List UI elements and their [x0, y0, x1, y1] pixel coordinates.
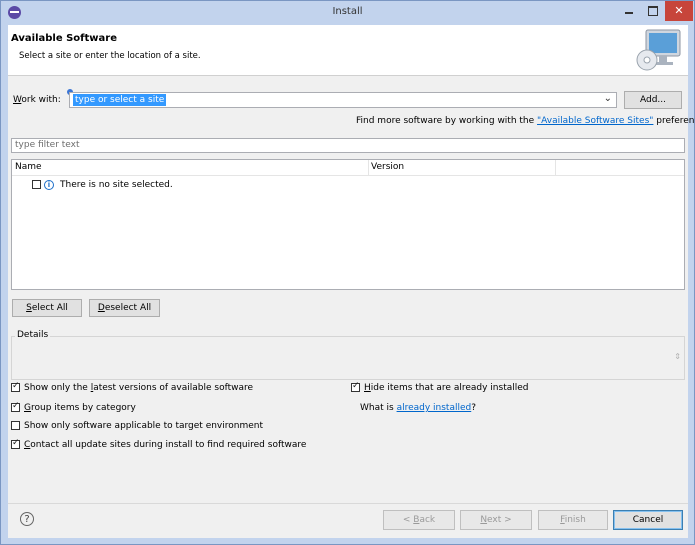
column-divider[interactable]	[555, 160, 556, 175]
show-latest-checkbox[interactable]	[11, 381, 20, 392]
back-button[interactable]: < Back	[383, 510, 455, 530]
deselect-all-button[interactable]: Deselect All	[89, 299, 160, 317]
what-is-prefix: What is	[360, 403, 397, 413]
software-table[interactable]: Name Version i There is no site selected…	[11, 159, 685, 290]
details-label: Details	[15, 330, 51, 340]
find-more-prefix: Find more software by working with the	[356, 116, 538, 126]
dialog-body: Available Software Select a site or ente…	[8, 25, 695, 538]
row-text: There is no site selected.	[60, 180, 173, 190]
contact-sites-checkbox[interactable]	[11, 438, 20, 449]
install-window: Install ✕ Available Software Select a si…	[0, 0, 695, 545]
close-button[interactable]: ✕	[665, 1, 693, 21]
banner-title: Available Software	[11, 33, 118, 44]
footer-separator	[8, 503, 688, 504]
select-all-button[interactable]: Select All	[12, 299, 82, 317]
window-title: Install	[332, 6, 363, 17]
column-version[interactable]: Version	[371, 162, 404, 172]
find-more-text: Find more software by working with the "…	[356, 116, 695, 126]
show-applicable-checkbox[interactable]	[11, 421, 20, 430]
available-software-sites-link[interactable]: "Available Software Sites"	[537, 116, 653, 126]
column-divider[interactable]	[368, 160, 369, 175]
maximize-button[interactable]	[641, 1, 665, 21]
install-wizard-icon	[636, 29, 681, 71]
column-name[interactable]: Name	[15, 162, 42, 172]
help-icon[interactable]: ?	[20, 512, 34, 526]
find-more-suffix: preferences.	[656, 116, 695, 126]
add-site-button[interactable]: Add...	[624, 91, 682, 109]
title-bar[interactable]: Install ✕	[1, 1, 694, 25]
info-icon: i	[44, 180, 54, 190]
group-by-category-label: Group items by category	[24, 403, 136, 413]
what-is-suffix: ?	[471, 403, 477, 413]
work-with-combo[interactable]: type or select a site ⌄	[69, 92, 617, 108]
chevron-down-icon[interactable]: ⌄	[604, 93, 612, 104]
details-group: ⇕	[11, 336, 685, 380]
row-checkbox[interactable]	[32, 180, 41, 189]
group-by-category-checkbox[interactable]	[11, 401, 20, 412]
table-header: Name Version	[12, 160, 684, 176]
hide-installed-checkbox[interactable]	[351, 381, 360, 392]
what-is-installed-text: What is already installed?	[360, 403, 476, 413]
scroll-arrows-icon[interactable]: ⇕	[674, 352, 681, 361]
cancel-button[interactable]: Cancel	[613, 510, 683, 530]
finish-button[interactable]: Finish	[538, 510, 608, 530]
minimize-button[interactable]	[617, 1, 641, 21]
banner-subtitle: Select a site or enter the location of a…	[19, 51, 201, 61]
filter-input[interactable]: type filter text	[11, 138, 685, 153]
contact-sites-label: Contact all update sites during install …	[24, 440, 307, 450]
show-applicable-label: Show only software applicable to target …	[24, 421, 264, 431]
next-button[interactable]: Next >	[460, 510, 532, 530]
work-with-label: Work with:	[13, 95, 61, 105]
dialog-banner: Available Software Select a site or ente…	[8, 25, 688, 76]
work-with-value[interactable]: type or select a site	[73, 94, 167, 106]
already-installed-link[interactable]: already installed	[397, 403, 472, 413]
show-latest-label: Show only the latest versions of availab…	[24, 383, 254, 393]
hide-installed-label: Hide items that are already installed	[364, 383, 529, 393]
